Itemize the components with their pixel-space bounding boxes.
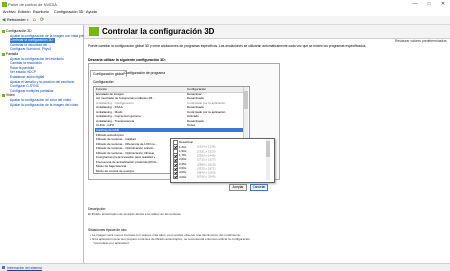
menu-ayuda[interactable]: Ayuda xyxy=(86,10,97,14)
back-arrow-icon[interactable]: ◀ xyxy=(2,17,5,23)
page-title: Controlar la configuración 3D xyxy=(102,27,215,36)
title-bar: Panel de control de NVIDIA — □ ✕ xyxy=(0,0,450,9)
category-icon xyxy=(2,29,5,33)
page-intro: Puede cambiar la configuración global 3D… xyxy=(88,44,367,48)
menu-escritorio[interactable]: Escritorio xyxy=(33,10,49,14)
toolbar: ◀ Retroceder ▸ ⌂ ⟳ xyxy=(0,16,450,25)
close-button[interactable]: ✕ xyxy=(436,0,450,9)
forward-button[interactable]: ▸ xyxy=(27,17,29,23)
dropdown-scrollbar[interactable] xyxy=(266,139,270,180)
maximize-button[interactable]: □ xyxy=(422,0,436,9)
tab-program-settings[interactable]: Configuración de programa xyxy=(122,70,167,76)
category-icon xyxy=(2,94,5,98)
checkbox[interactable] xyxy=(173,174,178,180)
tree-item[interactable]: Configurar múltiples pantallas xyxy=(10,89,53,94)
usage-item: "controlado por aplicación" xyxy=(93,241,130,245)
3d-settings-icon xyxy=(89,27,99,36)
sidebar-tree: Configuración 3D Ajustar la configuració… xyxy=(0,25,88,263)
usage-title: Situaciones típicas de uso: xyxy=(88,228,128,232)
nvidia-logo-icon xyxy=(2,2,7,7)
category-icon xyxy=(2,52,5,56)
settings-label: Configuración: xyxy=(93,80,115,84)
menu-archivo[interactable]: Archivo xyxy=(3,10,16,14)
dsr-option[interactable]: 4,00x (5760 x 3240) xyxy=(173,174,216,180)
back-button[interactable]: Retroceder xyxy=(7,17,26,23)
menu-edicion[interactable]: Edición xyxy=(18,10,30,14)
minimize-button[interactable]: — xyxy=(408,0,422,9)
menu-bar: Archivo Edición Escritorio Configuración… xyxy=(0,9,450,16)
ok-button[interactable]: Aceptar xyxy=(229,184,247,191)
section-title: Desearía utilizar la siguiente configura… xyxy=(88,58,166,62)
cancel-button[interactable]: Cancelar xyxy=(250,184,268,191)
refresh-icon[interactable]: ⟳ xyxy=(40,17,44,23)
tree-item[interactable]: Ajustar la configuración de la imagen de… xyxy=(10,103,78,108)
dsr-factors-dropdown: Desactivar 1,20x (2304 x 1296) 1,50x (2351… xyxy=(170,138,275,183)
restore-defaults-link[interactable]: Restaurar valores predeterminados xyxy=(395,39,447,43)
description-title: Descripción: xyxy=(88,207,107,211)
description-text: El filtrado anisotrópico de texturas afe… xyxy=(88,212,182,216)
menu-configuracion-3d[interactable]: Configuración 3D xyxy=(54,10,83,14)
home-icon[interactable]: ⌂ xyxy=(33,17,36,23)
system-info-link[interactable]: Información del sistema xyxy=(7,266,42,270)
info-icon xyxy=(2,266,5,269)
window-title: Panel de control de NVIDIA xyxy=(8,2,57,7)
scrollbar-thumb[interactable] xyxy=(266,141,270,157)
scrollbar-thumb[interactable] xyxy=(244,91,248,109)
